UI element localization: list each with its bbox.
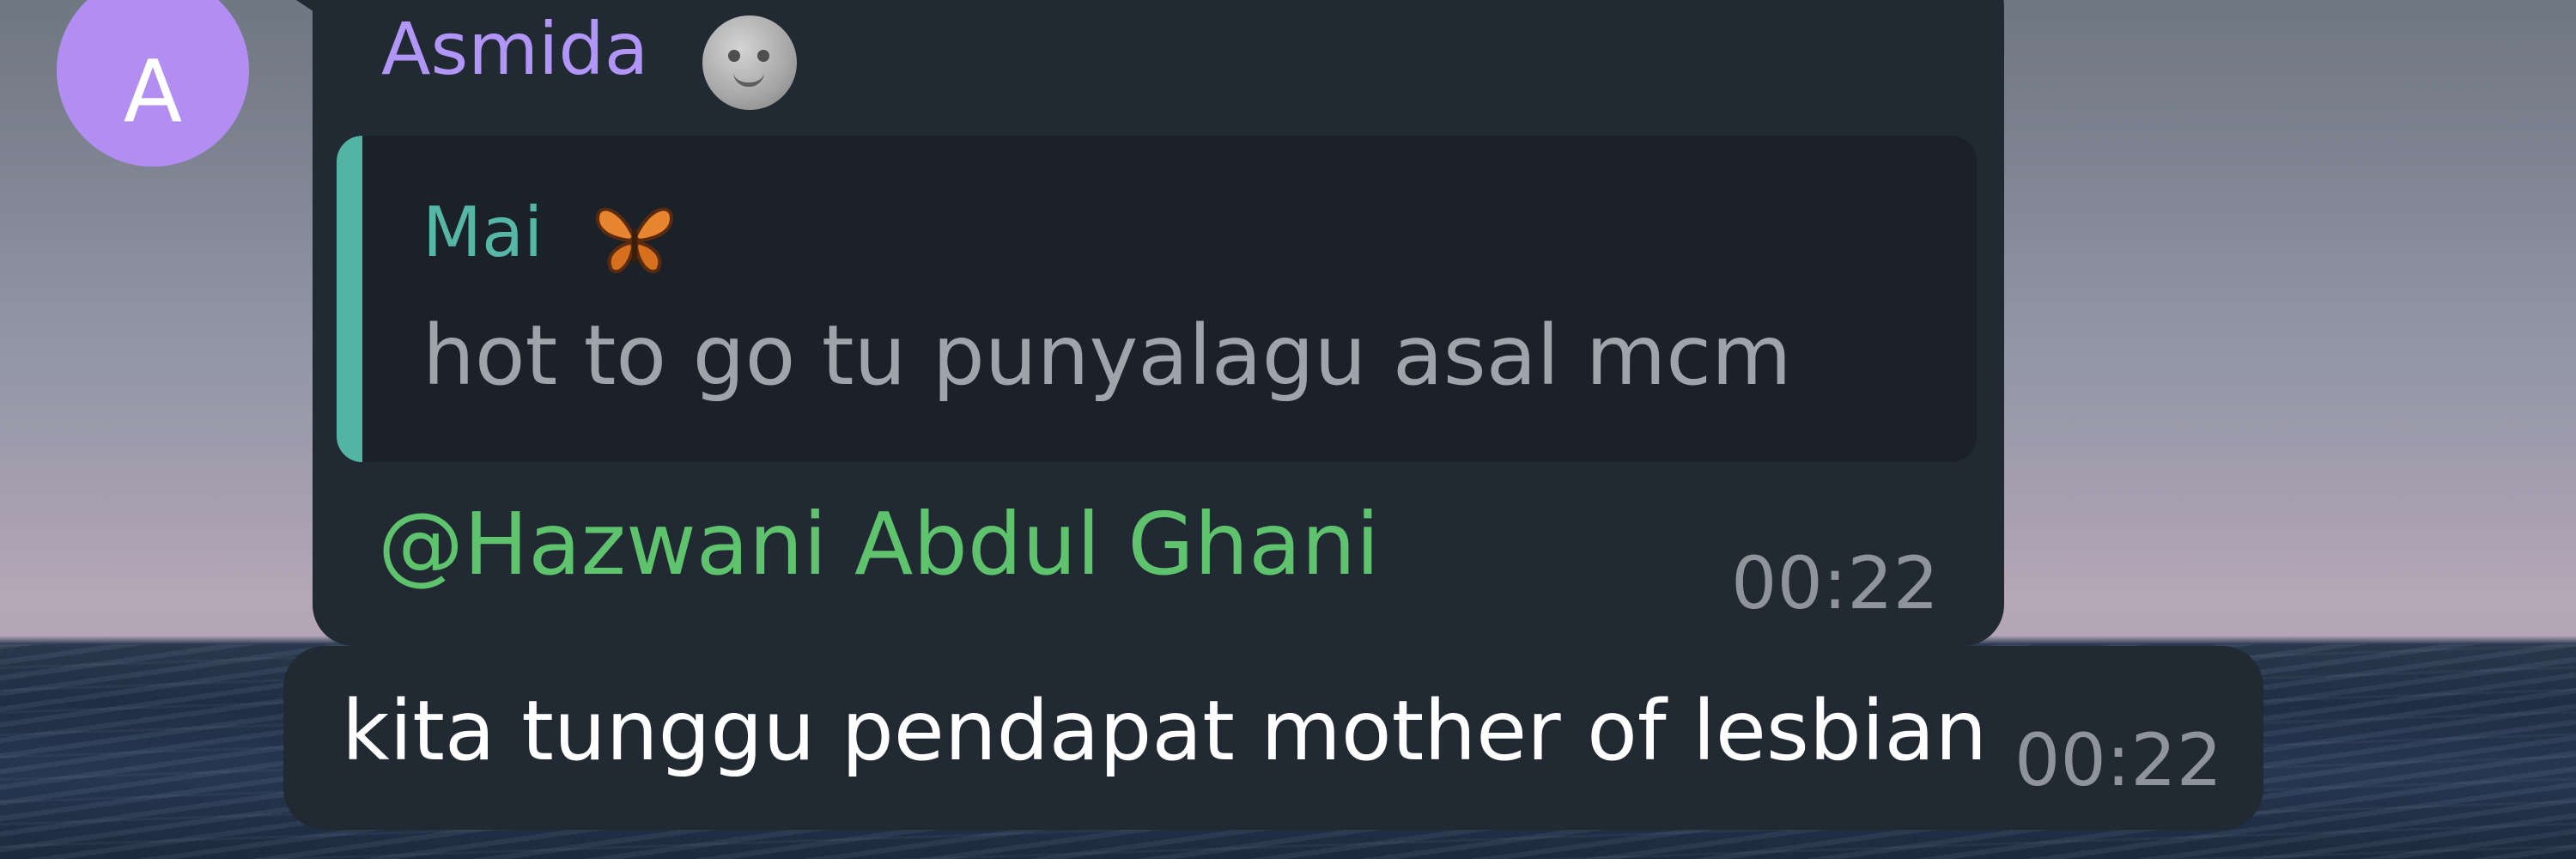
sender-name[interactable]: Asmida [381, 7, 648, 91]
butterfly-icon [595, 207, 674, 273]
message-text: kita tunggu pendapat mother of lesbian [342, 683, 1988, 779]
avatar-letter: A [123, 41, 183, 142]
reply-accent-bar [337, 136, 362, 462]
message-timestamp: 00:22 [1731, 541, 1940, 625]
avatar[interactable]: A [57, 0, 249, 167]
full-moon-face-icon [702, 15, 797, 110]
message-timestamp-2: 00:22 [2014, 718, 2223, 802]
reply-quote[interactable]: Mai hot to go tu punyalagu asal mcm [337, 136, 1977, 462]
mention-link[interactable]: @Hazwani Abdul Ghani [378, 494, 1380, 594]
reply-text: hot to go tu punyalagu asal mcm [422, 308, 1792, 404]
reply-author: Mai [422, 192, 544, 272]
